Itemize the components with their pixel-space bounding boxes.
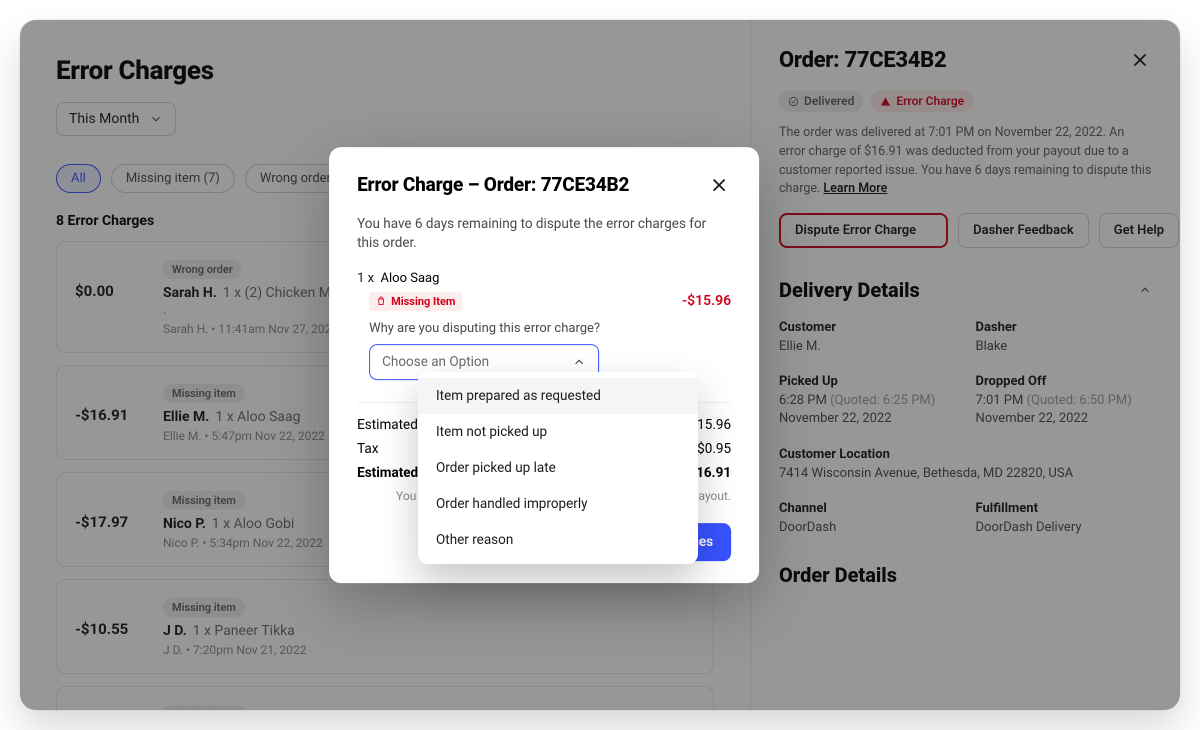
modal-title: Error Charge – Order: 77CE34B2 — [357, 173, 629, 196]
select-placeholder: Choose an Option — [382, 354, 489, 370]
dispute-item: 1 x Aloo Saag — [357, 271, 731, 286]
close-icon — [709, 175, 729, 195]
chevron-up-icon — [572, 355, 586, 369]
dispute-reason-option[interactable]: Item not picked up — [418, 414, 698, 450]
bag-icon — [376, 296, 386, 306]
dispute-question: Why are you disputing this error charge? — [357, 321, 731, 336]
dispute-reason-option[interactable]: Item prepared as requested — [418, 378, 698, 414]
close-modal-button[interactable] — [707, 173, 731, 201]
item-charge-amount: -$15.96 — [682, 293, 731, 309]
dispute-reason-option[interactable]: Order handled improperly — [418, 486, 698, 522]
missing-item-badge: Missing Item — [369, 292, 462, 311]
dispute-reason-dropdown: Item prepared as requestedItem not picke… — [418, 372, 698, 564]
dispute-reason-option[interactable]: Other reason — [418, 522, 698, 558]
dispute-reason-option[interactable]: Order picked up late — [418, 450, 698, 486]
modal-subtitle: You have 6 days remaining to dispute the… — [357, 215, 731, 253]
